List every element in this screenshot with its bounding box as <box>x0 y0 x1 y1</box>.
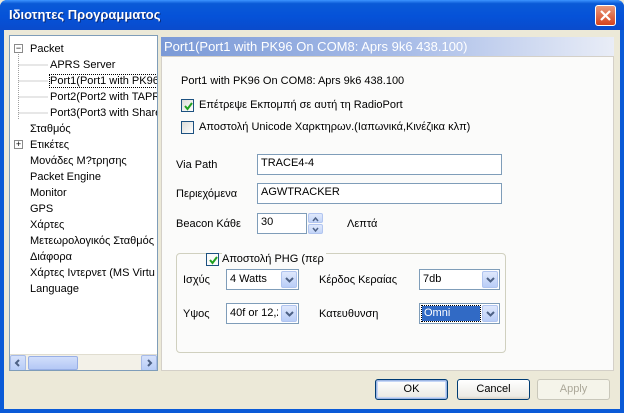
dialog-client: − Packet APRS Server Port1(Port1 with PK… <box>4 30 620 409</box>
tree-item-aprs-server[interactable]: APRS Server <box>50 57 115 73</box>
height-label: Υψος <box>183 308 210 320</box>
port-settings-panel: Port1 with PK96 On COM8: Aprs 9k6 438.10… <box>161 56 614 371</box>
beacon-unit: Λεπτά <box>347 218 378 230</box>
window-title: Ιδιοτητες Προγραμματος <box>9 7 161 22</box>
via-path-label: Via Path <box>176 159 218 171</box>
chevron-down-icon <box>486 311 495 317</box>
title-bar[interactable]: Ιδιοτητες Προγραμματος <box>0 0 624 30</box>
antenna-gain-value: 7db <box>423 273 442 285</box>
port-description: Port1 with PK96 On COM8: Aprs 9k6 438.10… <box>181 75 405 87</box>
content-label: Περιεχόμενα <box>176 188 238 200</box>
tree-item-port2[interactable]: Port2(Port2 with TAPR <box>50 89 158 105</box>
ok-button[interactable]: OK <box>375 379 448 400</box>
tree-rows: − Packet APRS Server Port1(Port1 with PK… <box>10 36 157 354</box>
phg-label: Αποστολή PHG (περ <box>222 253 326 265</box>
direction-dropdown-button[interactable] <box>482 305 498 322</box>
tree-horizontal-scrollbar[interactable] <box>10 354 157 370</box>
settings-tree[interactable]: − Packet APRS Server Port1(Port1 with PK… <box>9 35 158 371</box>
power-value: 4 Watts <box>230 273 267 285</box>
scroll-left-button[interactable] <box>10 355 26 370</box>
height-dropdown-button[interactable] <box>281 305 297 322</box>
tree-item-label: Port1(Port1 with PK96 <box>49 74 158 88</box>
cancel-button[interactable]: Cancel <box>457 379 530 400</box>
phg-checkbox[interactable] <box>206 253 219 266</box>
power-label: Ισχύς <box>183 274 210 286</box>
arrow-right-icon <box>147 359 153 367</box>
arrow-up-icon <box>312 216 319 222</box>
checkmark-icon <box>184 102 193 111</box>
antenna-gain-select[interactable]: 7db <box>419 269 500 290</box>
spin-down-button[interactable] <box>308 224 323 234</box>
power-select[interactable]: 4 Watts <box>226 269 299 290</box>
unicode-label: Αποστολή Unicode Χαρκτηρων.(Ιαπωνικά,Κιν… <box>199 121 471 133</box>
close-button[interactable] <box>595 5 616 26</box>
gain-dropdown-button[interactable] <box>482 271 498 288</box>
tree-item-label: Port2(Port2 with TAPR <box>50 91 158 103</box>
panel-header: Port1(Port1 with PK96 On COM8: Aprs 9k6 … <box>161 37 614 56</box>
tree-lines <box>18 54 48 120</box>
chevron-down-icon <box>486 277 495 283</box>
arrow-down-icon <box>312 227 319 233</box>
chevron-down-icon <box>285 311 294 317</box>
tree-item-label: APRS Server <box>50 59 116 71</box>
checkmark-icon <box>209 256 218 265</box>
scroll-thumb[interactable] <box>28 356 78 370</box>
unicode-checkbox[interactable] <box>181 121 194 134</box>
height-value: 40f or 12,2 <box>230 307 278 319</box>
beacon-interval-input[interactable]: 30 <box>257 213 307 234</box>
direction-value: Omni <box>421 305 481 322</box>
antenna-gain-label: Κέρδος Κεραίας <box>319 274 398 286</box>
allow-tx-label: Επέτρεψε Εκπομπή σε αυτή τη RadioPort <box>199 99 403 111</box>
arrow-left-icon <box>14 359 20 367</box>
apply-button[interactable]: Apply <box>537 379 610 400</box>
tree-item-port1[interactable]: Port1(Port1 with PK96 <box>49 73 158 89</box>
height-select[interactable]: 40f or 12,2 <box>226 303 299 324</box>
beacon-spinner[interactable] <box>308 213 323 234</box>
tree-item-label: Port3(Port3 with Share <box>50 107 158 119</box>
chevron-down-icon <box>285 277 294 283</box>
beacon-label: Beacon Κάθε <box>176 218 241 230</box>
power-dropdown-button[interactable] <box>281 271 297 288</box>
scroll-right-button[interactable] <box>141 355 157 370</box>
via-path-input[interactable]: TRACE4-4 <box>257 154 502 175</box>
close-icon <box>600 10 611 21</box>
direction-label: Κατευθυνση <box>319 308 379 320</box>
tree-item-port3[interactable]: Port3(Port3 with Share <box>50 105 158 121</box>
spin-up-button[interactable] <box>308 213 323 223</box>
content-input[interactable]: AGWTRACKER <box>257 183 502 204</box>
direction-select[interactable]: Omni <box>419 303 500 324</box>
allow-tx-checkbox[interactable] <box>181 99 194 112</box>
properties-window: Ιδιοτητες Προγραμματος − Packet APRS Ser… <box>0 0 624 413</box>
